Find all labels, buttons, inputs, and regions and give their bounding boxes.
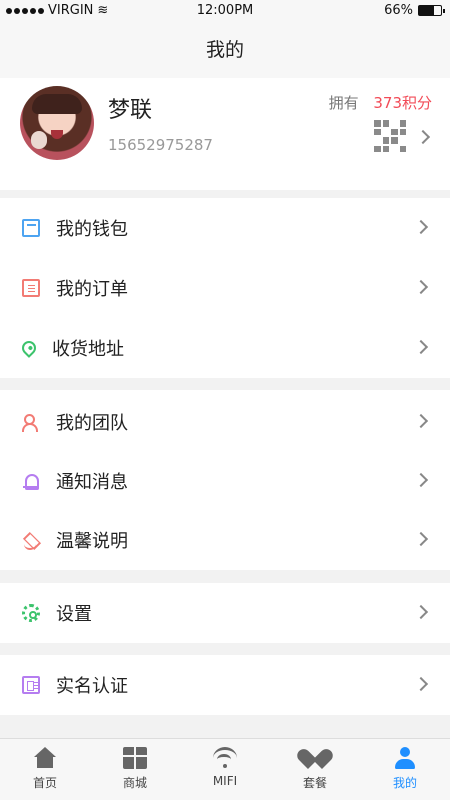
chevron-right-icon	[415, 129, 431, 145]
wifi-icon	[213, 747, 237, 769]
menu-group-settings: 设置	[0, 583, 450, 643]
battery-icon	[418, 5, 445, 16]
battery-status: 66%	[384, 3, 445, 18]
profile-card[interactable]: 梦联 15652975287 拥有 373积分	[0, 78, 450, 190]
menu-item-settings[interactable]: 设置	[0, 583, 450, 643]
menu-label-orders: 我的订单	[56, 279, 128, 300]
menu-label-address: 收货地址	[52, 339, 124, 360]
qr-code-icon[interactable]	[374, 120, 406, 152]
menu-item-verification[interactable]: 实名认证	[0, 655, 450, 715]
home-icon	[33, 747, 57, 769]
menu-item-wallet[interactable]: 我的钱包	[0, 198, 450, 258]
tab-label-package: 套餐	[302, 776, 327, 790]
tab-package[interactable]: 套餐	[270, 739, 360, 800]
chevron-right-icon	[413, 676, 429, 692]
id-card-icon	[22, 676, 40, 694]
tab-label-mifi: MIFI	[212, 774, 238, 788]
layers-icon	[22, 531, 40, 550]
points-value: 373积分	[373, 94, 432, 112]
tab-label-mall: 商城	[122, 776, 147, 790]
menu-item-notice[interactable]: 温馨说明	[0, 510, 450, 570]
menu-group-account: 我的钱包 我的订单 收货地址	[0, 198, 450, 378]
avatar[interactable]	[20, 86, 94, 160]
tab-bar: 首页 商城 MIFI 套餐 我的	[0, 738, 450, 800]
tab-mine[interactable]: 我的	[360, 739, 450, 800]
points-info[interactable]: 拥有 373积分	[329, 92, 432, 113]
menu-label-notice: 温馨说明	[56, 531, 128, 552]
location-icon	[19, 338, 39, 358]
menu-label-settings: 设置	[56, 604, 92, 625]
menu-item-team[interactable]: 我的团队	[0, 392, 450, 452]
user-phone: 15652975287	[108, 136, 213, 154]
battery-fill	[419, 6, 434, 15]
tab-home[interactable]: 首页	[0, 739, 90, 800]
heart-icon	[303, 747, 327, 769]
tab-mifi[interactable]: MIFI	[180, 739, 270, 800]
menu-label-wallet: 我的钱包	[56, 219, 128, 240]
gift-icon	[123, 747, 147, 769]
team-icon	[22, 413, 40, 432]
wallet-icon	[22, 219, 40, 237]
chevron-right-icon	[413, 219, 429, 235]
page-title: 我的	[0, 22, 450, 78]
menu-group-info: 我的团队 通知消息 温馨说明	[0, 390, 450, 570]
gear-icon	[22, 604, 40, 622]
tab-mall[interactable]: 商城	[90, 739, 180, 800]
points-prefix: 拥有	[328, 94, 359, 112]
menu-label-notifications: 通知消息	[56, 472, 128, 493]
avatar-hand	[31, 131, 47, 149]
avatar-mouth	[51, 130, 63, 139]
menu-item-notifications[interactable]: 通知消息	[0, 451, 450, 511]
tab-label-home: 首页	[32, 776, 57, 790]
bell-icon	[22, 472, 40, 490]
menu-group-verification: 实名认证	[0, 655, 450, 715]
chevron-right-icon	[413, 339, 429, 355]
battery-percent: 66%	[384, 3, 413, 18]
order-icon	[22, 279, 40, 297]
chevron-right-icon	[413, 279, 429, 295]
chevron-right-icon	[413, 531, 429, 547]
tab-label-mine: 我的	[392, 776, 417, 790]
menu-label-team: 我的团队	[56, 413, 128, 434]
menu-item-orders[interactable]: 我的订单	[0, 258, 450, 318]
status-bar: VIRGIN ≋ 12:00PM 66%	[0, 0, 450, 22]
menu-label-verification: 实名认证	[56, 676, 128, 697]
person-icon	[393, 747, 417, 769]
status-time: 12:00PM	[196, 3, 254, 18]
chevron-right-icon	[413, 413, 429, 429]
chevron-right-icon	[413, 604, 429, 620]
avatar-hair	[32, 94, 82, 114]
user-name: 梦联	[108, 98, 153, 123]
menu-item-address[interactable]: 收货地址	[0, 318, 450, 378]
chevron-right-icon	[413, 472, 429, 488]
